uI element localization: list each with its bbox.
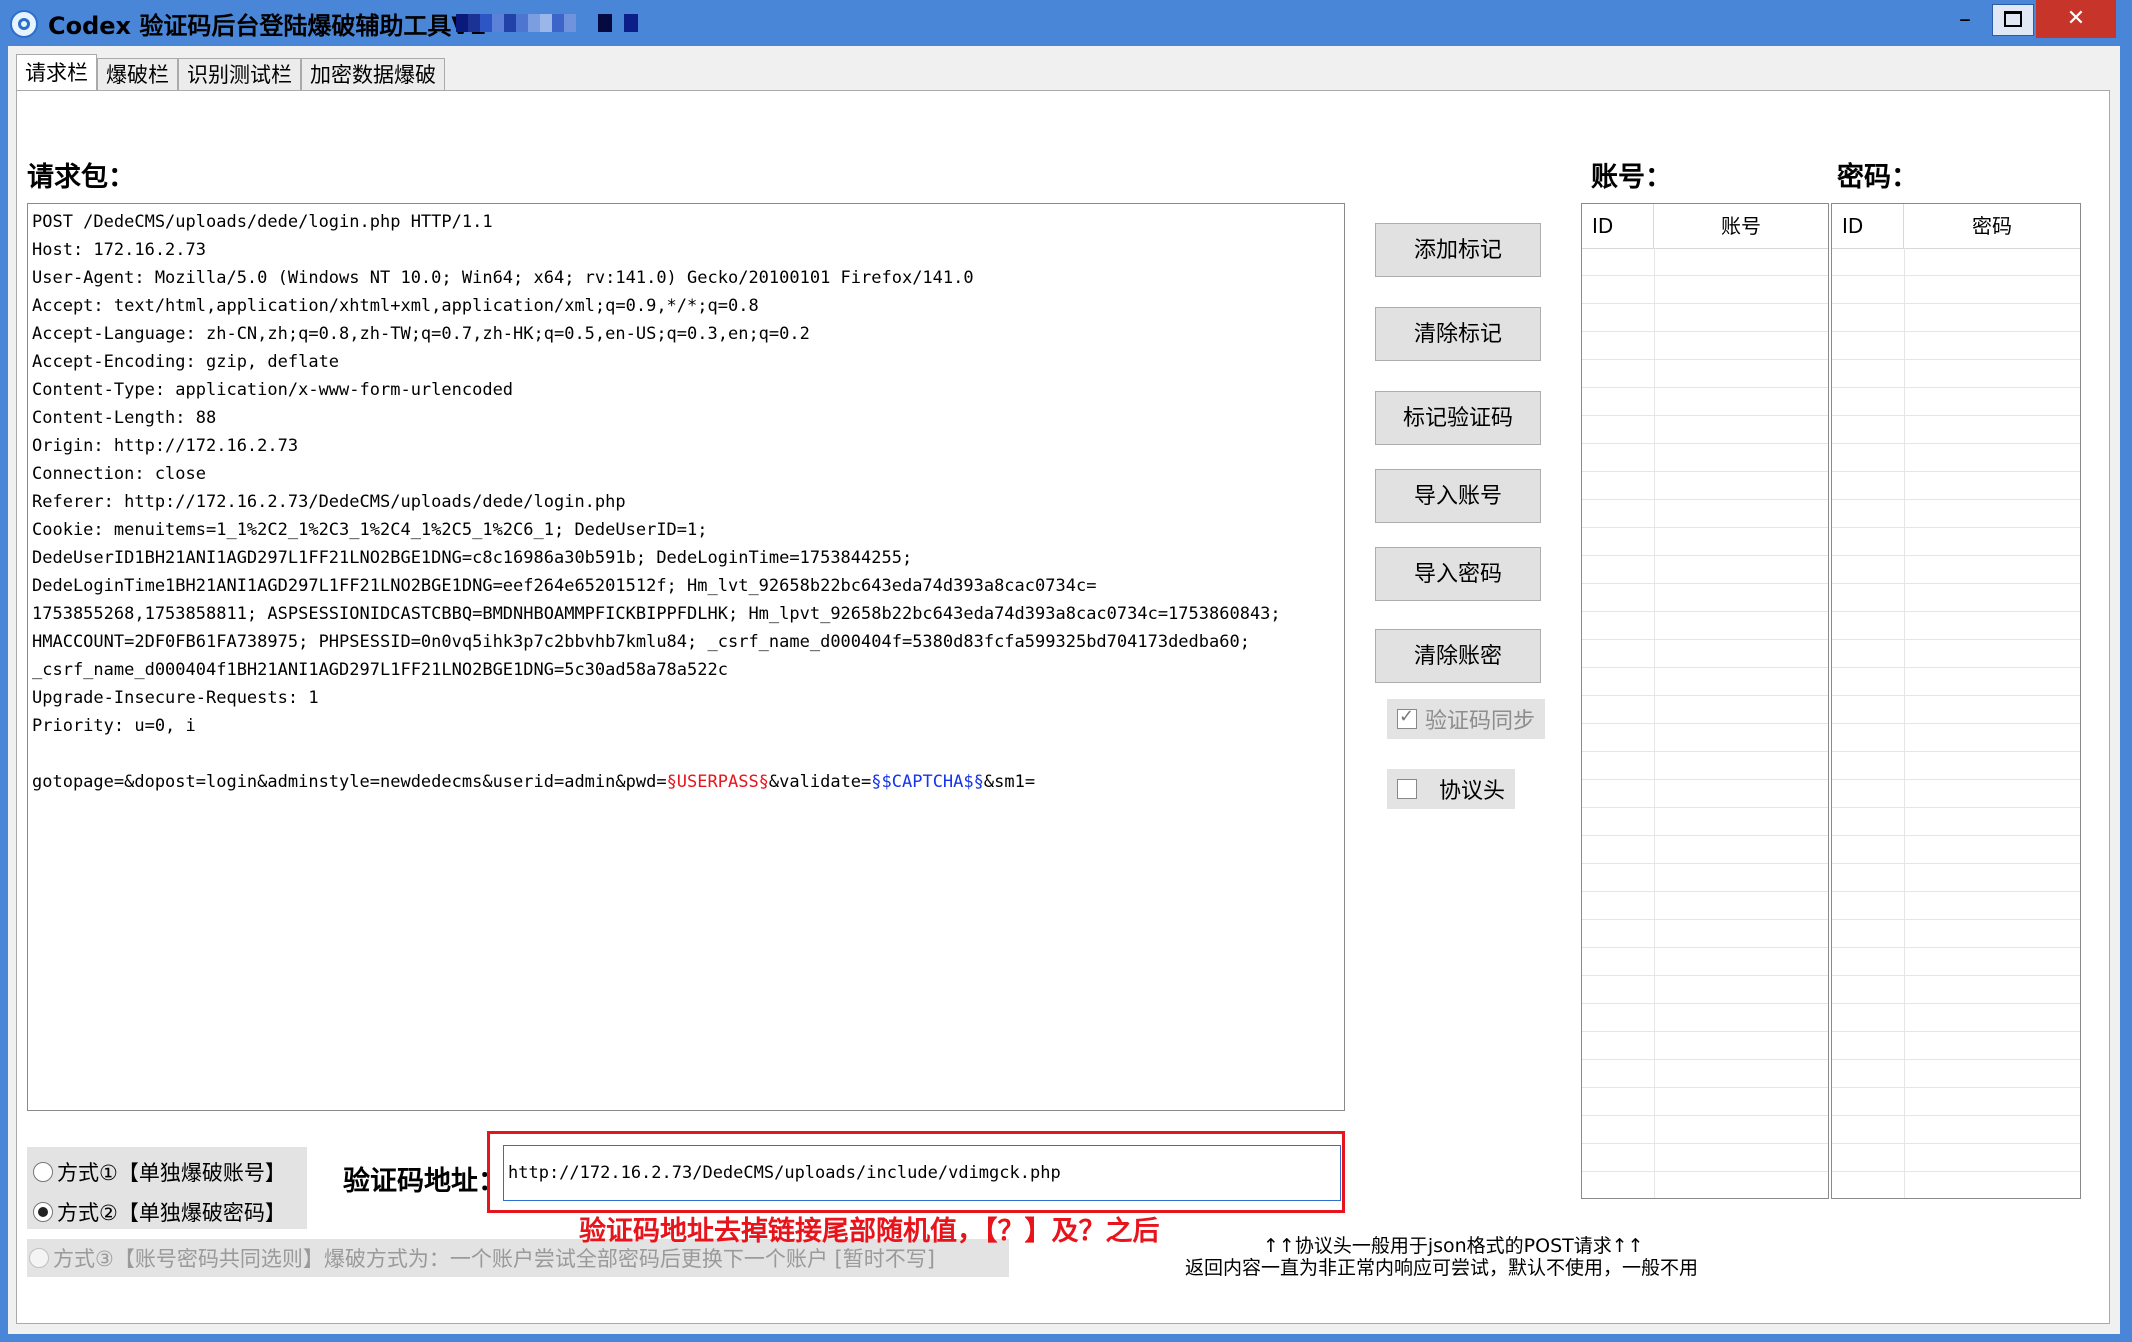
request-line: Connection: close bbox=[32, 464, 206, 484]
request-line: 1753855268,1753858811; ASPSESSIONIDCASTC… bbox=[32, 604, 1281, 624]
accounts-grid-header: ID 账号 bbox=[1582, 204, 1828, 249]
radio-off-icon bbox=[33, 1162, 53, 1182]
request-line: User-Agent: Mozilla/5.0 (Windows NT 10.0… bbox=[32, 268, 974, 288]
add-marker-button[interactable]: 添加标记 bbox=[1375, 223, 1541, 277]
passwords-id-header[interactable]: ID bbox=[1832, 204, 1904, 248]
app-window: Codex 验证码后台登陆爆破辅助工具V2 – ✕ 请求栏 爆破栏 识别测试栏 … bbox=[0, 0, 2132, 1342]
request-line: Priority: u=0, i bbox=[32, 716, 196, 736]
window-title: Codex 验证码后台登陆爆破辅助工具V2 bbox=[48, 12, 487, 40]
captcha-sync-checkbox[interactable]: 验证码同步 bbox=[1387, 699, 1546, 739]
clear-marker-button[interactable]: 清除标记 bbox=[1375, 307, 1541, 361]
radio-disabled-icon bbox=[29, 1248, 49, 1268]
request-line: DedeLoginTime1BH21ANI1AGD297L1FF21LNO2BG… bbox=[32, 576, 1097, 596]
request-line: Content-Type: application/x-www-form-url… bbox=[32, 380, 514, 400]
import-passwords-button[interactable]: 导入密码 bbox=[1375, 547, 1541, 601]
request-label: 请求包： bbox=[27, 162, 135, 193]
protocol-header-checkbox[interactable]: 协议头 bbox=[1387, 769, 1516, 809]
title-bar[interactable]: Codex 验证码后台登陆爆破辅助工具V2 – ✕ bbox=[0, 0, 2132, 46]
request-line: _csrf_name_d000404f1BH21ANI1AGD297L1FF21… bbox=[32, 660, 728, 680]
request-line: Accept: text/html,application/xhtml+xml,… bbox=[32, 296, 759, 316]
request-line bbox=[32, 740, 1340, 768]
request-line: Host: 172.16.2.73 bbox=[32, 240, 206, 260]
tab-bar: 请求栏 爆破栏 识别测试栏 加密数据爆破 bbox=[16, 54, 445, 91]
clear-credentials-button[interactable]: 清除账密 bbox=[1375, 629, 1541, 683]
request-line: POST /DedeCMS/uploads/dede/login.php HTT… bbox=[32, 212, 493, 232]
accounts-label: 账号： bbox=[1591, 162, 1672, 193]
tab-request[interactable]: 请求栏 bbox=[16, 54, 97, 91]
mode2-radio[interactable]: 方式②【单独爆破密码】 bbox=[33, 1197, 286, 1227]
request-line: Cookie: menuitems=1_1%2C2_1%2C3_1%2C4_1%… bbox=[32, 520, 708, 540]
tab-recognition-test[interactable]: 识别测试栏 bbox=[178, 58, 301, 91]
checkbox-empty-icon bbox=[1397, 779, 1417, 799]
request-line: DedeUserID1BH21ANI1AGD297L1FF21LNO2BGE1D… bbox=[32, 548, 913, 568]
captcha-url-input[interactable]: http://172.16.2.73/DedeCMS/uploads/inclu… bbox=[503, 1145, 1341, 1201]
request-line: Referer: http://172.16.2.73/DedeCMS/uplo… bbox=[32, 492, 626, 512]
mode1-radio[interactable]: 方式①【单独爆破账号】 bbox=[33, 1157, 286, 1187]
request-line: Origin: http://172.16.2.73 bbox=[32, 436, 299, 456]
tab-brute[interactable]: 爆破栏 bbox=[97, 58, 178, 91]
passwords-grid-header: ID 密码 bbox=[1832, 204, 2080, 249]
passwords-label: 密码： bbox=[1837, 162, 1918, 193]
passwords-grid[interactable]: ID 密码 bbox=[1831, 203, 2081, 1199]
request-body-line: gotopage=&dopost=login&adminstyle=newded… bbox=[32, 772, 1036, 792]
passwords-grid-divider bbox=[1832, 248, 1905, 1198]
request-line: HMACCOUNT=2DF0FB61FA738975; PHPSESSID=0n… bbox=[32, 632, 1250, 652]
request-textarea[interactable]: POST /DedeCMS/uploads/dede/login.php HTT… bbox=[27, 203, 1345, 1111]
userpass-marker: §USERPASS§ bbox=[666, 772, 769, 792]
request-line: Content-Length: 88 bbox=[32, 408, 217, 428]
mode-radio-group: 方式①【单独爆破账号】 方式②【单独爆破密码】 bbox=[27, 1147, 307, 1229]
request-panel: 请求包： POST /DedeCMS/uploads/dede/login.ph… bbox=[16, 90, 2110, 1324]
app-logo-icon bbox=[10, 10, 38, 38]
captcha-url-label: 验证码地址： bbox=[343, 1166, 505, 1197]
request-line: Upgrade-Insecure-Requests: 1 bbox=[32, 688, 319, 708]
redacted-mosaic bbox=[456, 14, 638, 32]
mark-captcha-button[interactable]: 标记验证码 bbox=[1375, 391, 1541, 445]
captcha-url-hint: 验证码地址去掉链接尾部随机值，【？】及？之后 bbox=[579, 1216, 1160, 1247]
request-line: Accept-Language: zh-CN,zh;q=0.8,zh-TW;q=… bbox=[32, 324, 810, 344]
accounts-id-header[interactable]: ID bbox=[1582, 204, 1654, 248]
request-line: Accept-Encoding: gzip, deflate bbox=[32, 352, 340, 372]
accounts-grid-divider bbox=[1582, 248, 1655, 1198]
captcha-marker: §$CAPTCHA$§ bbox=[871, 772, 984, 792]
close-button[interactable]: ✕ bbox=[2036, 0, 2116, 38]
radio-on-icon bbox=[33, 1202, 53, 1222]
maximize-button[interactable] bbox=[1992, 4, 2034, 36]
minimize-button[interactable]: – bbox=[1942, 0, 1988, 38]
accounts-grid[interactable]: ID 账号 bbox=[1581, 203, 1829, 1199]
import-accounts-button[interactable]: 导入账号 bbox=[1375, 469, 1541, 523]
maximize-icon bbox=[2004, 11, 2022, 27]
tab-encrypted-brute[interactable]: 加密数据爆破 bbox=[301, 58, 445, 91]
client-area: 请求栏 爆破栏 识别测试栏 加密数据爆破 请求包： POST /DedeCMS/… bbox=[8, 46, 2120, 1334]
checkbox-checked-icon bbox=[1397, 706, 1417, 729]
accounts-value-header[interactable]: 账号 bbox=[1654, 204, 1828, 248]
passwords-value-header[interactable]: 密码 bbox=[1904, 204, 2080, 248]
protocol-hint-line2: 返回内容一直为非正常内响应可尝试，默认不使用，一般不用 bbox=[1185, 1257, 1699, 1279]
